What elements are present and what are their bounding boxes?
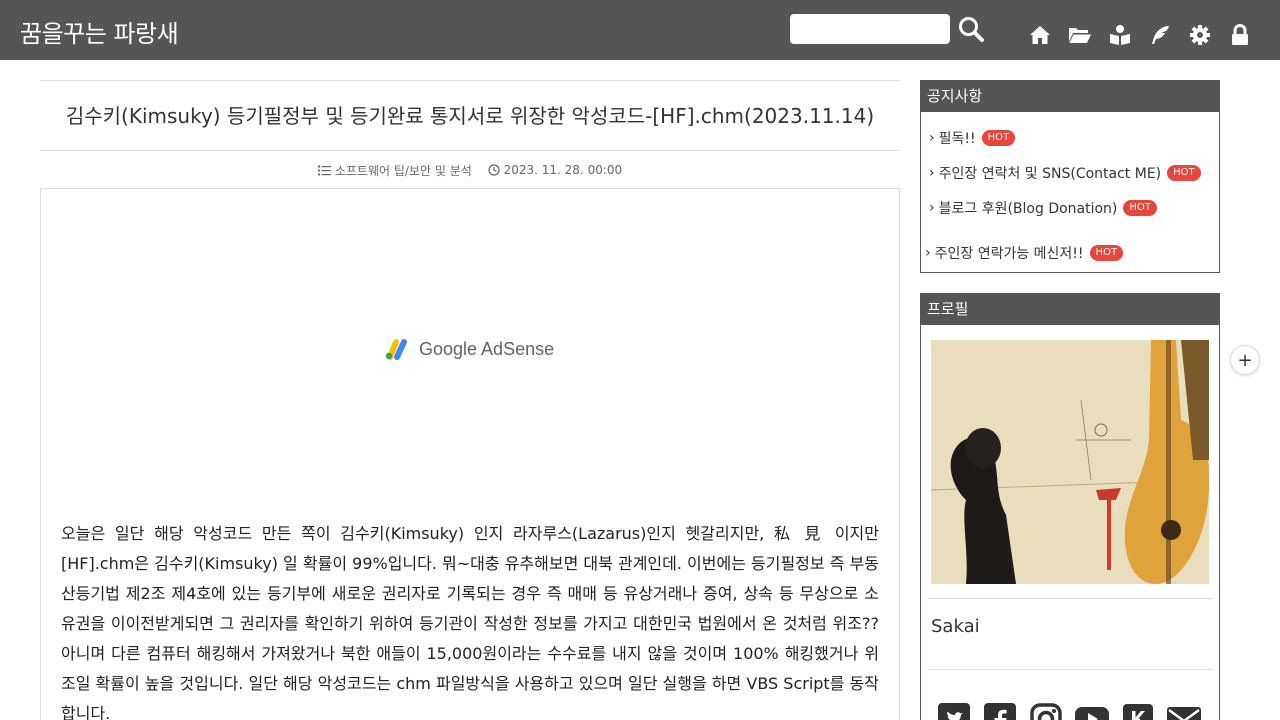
social-links xyxy=(937,702,1201,720)
lock-icon xyxy=(1232,24,1248,45)
chevron-right-icon: › xyxy=(925,245,931,261)
search-button[interactable] xyxy=(956,14,986,44)
write-icon xyxy=(1152,26,1169,44)
settings-icon xyxy=(1190,25,1210,45)
plus-icon: + xyxy=(1237,349,1253,371)
write-button[interactable] xyxy=(1144,20,1176,50)
profile-title: 프로필 xyxy=(921,294,1219,325)
hot-badge: HOT xyxy=(981,130,1016,146)
youtube-icon xyxy=(1075,707,1109,720)
profile-widget: 프로필 Sakai xyxy=(920,293,1220,720)
post-date: 2023. 11. 28. 00:00 xyxy=(488,163,623,177)
notice-item-label: 주인장 연락처 및 SNS(Contact ME) xyxy=(938,166,1162,182)
login-button[interactable] xyxy=(1224,20,1256,50)
site-title[interactable]: 꿈을꾸는 파랑새 xyxy=(20,14,179,49)
ad-placeholder[interactable]: Google AdSense xyxy=(385,337,554,361)
guestbook-icon xyxy=(1110,25,1130,45)
profile-image[interactable] xyxy=(931,340,1209,584)
chevron-right-icon: › xyxy=(929,165,935,181)
hot-badge: HOT xyxy=(1089,245,1124,261)
notice-item-label: 블로그 후원(Blog Donation) xyxy=(938,201,1118,217)
mail-link[interactable] xyxy=(1167,702,1201,720)
home-button[interactable] xyxy=(1024,20,1056,50)
kakao-icon xyxy=(1123,704,1153,720)
profile-name: Sakai xyxy=(931,616,980,637)
settings-button[interactable] xyxy=(1184,20,1216,50)
post-title: 김수키(Kimsuky) 등기필정부 및 등기완료 통지서로 위장한 악성코드-… xyxy=(65,104,875,128)
instagram-link[interactable] xyxy=(1029,702,1063,720)
twitter-link[interactable] xyxy=(937,702,971,720)
notice-widget: 공지사항 › 필독!! HOT › 주인장 연락처 및 SNS(Contact … xyxy=(920,80,1220,273)
guestbook-button[interactable] xyxy=(1104,20,1136,50)
divider xyxy=(40,80,900,81)
chevron-right-icon: › xyxy=(929,130,935,146)
hot-badge: HOT xyxy=(1123,200,1157,216)
top-header: 꿈을꾸는 파랑새 xyxy=(0,0,1280,60)
notice-item-label: 주인장 연락가능 메신저!! xyxy=(934,246,1084,262)
post-meta: 소프트웨어 팁/보안 및 분석 2023. 11. 28. 00:00 xyxy=(40,162,900,179)
folder-icon xyxy=(1069,28,1091,43)
divider xyxy=(927,598,1213,599)
google-adsense-logo-icon xyxy=(385,339,407,360)
notice-item[interactable]: › 필독!! HOT xyxy=(929,128,1016,148)
facebook-icon xyxy=(984,703,1016,720)
expand-button[interactable]: + xyxy=(1230,345,1260,375)
clock-icon xyxy=(488,164,500,176)
category-button[interactable] xyxy=(1064,20,1096,50)
youtube-link[interactable] xyxy=(1075,702,1109,720)
notice-item-label: 필독!! xyxy=(938,131,976,147)
mail-icon xyxy=(1167,707,1201,720)
kakao-link[interactable] xyxy=(1121,702,1155,720)
post-category-label: 소프트웨어 팁/보안 및 분석 xyxy=(334,164,472,178)
notice-item[interactable]: › 블로그 후원(Blog Donation) HOT xyxy=(929,198,1157,218)
twitter-icon xyxy=(938,703,970,720)
instagram-icon xyxy=(1030,703,1062,720)
search-icon xyxy=(959,17,984,42)
notice-item[interactable]: › 주인장 연락처 및 SNS(Contact ME) HOT xyxy=(929,163,1201,183)
post-content: Google AdSense 오늘은 일단 해당 악성코드 만든 쪽이 김수키(… xyxy=(40,188,900,720)
chevron-right-icon: › xyxy=(929,200,935,216)
ad-label: Google AdSense xyxy=(419,338,555,359)
divider xyxy=(40,150,900,151)
search-input[interactable] xyxy=(790,14,950,44)
post-body: 오늘은 일단 해당 악성코드 만든 쪽이 김수키(Kimsuky) 인지 라자루… xyxy=(61,524,879,720)
notice-item[interactable]: › 주인장 연락가능 메신저!! HOT xyxy=(925,243,1124,263)
facebook-link[interactable] xyxy=(983,702,1017,720)
divider xyxy=(927,669,1213,670)
list-icon xyxy=(317,165,331,176)
notice-title: 공지사항 xyxy=(921,81,1219,112)
post-date-label: 2023. 11. 28. 00:00 xyxy=(503,163,623,177)
post-category[interactable]: 소프트웨어 팁/보안 및 분석 xyxy=(317,162,472,179)
home-icon xyxy=(1030,26,1050,44)
hot-badge: HOT xyxy=(1167,165,1201,181)
